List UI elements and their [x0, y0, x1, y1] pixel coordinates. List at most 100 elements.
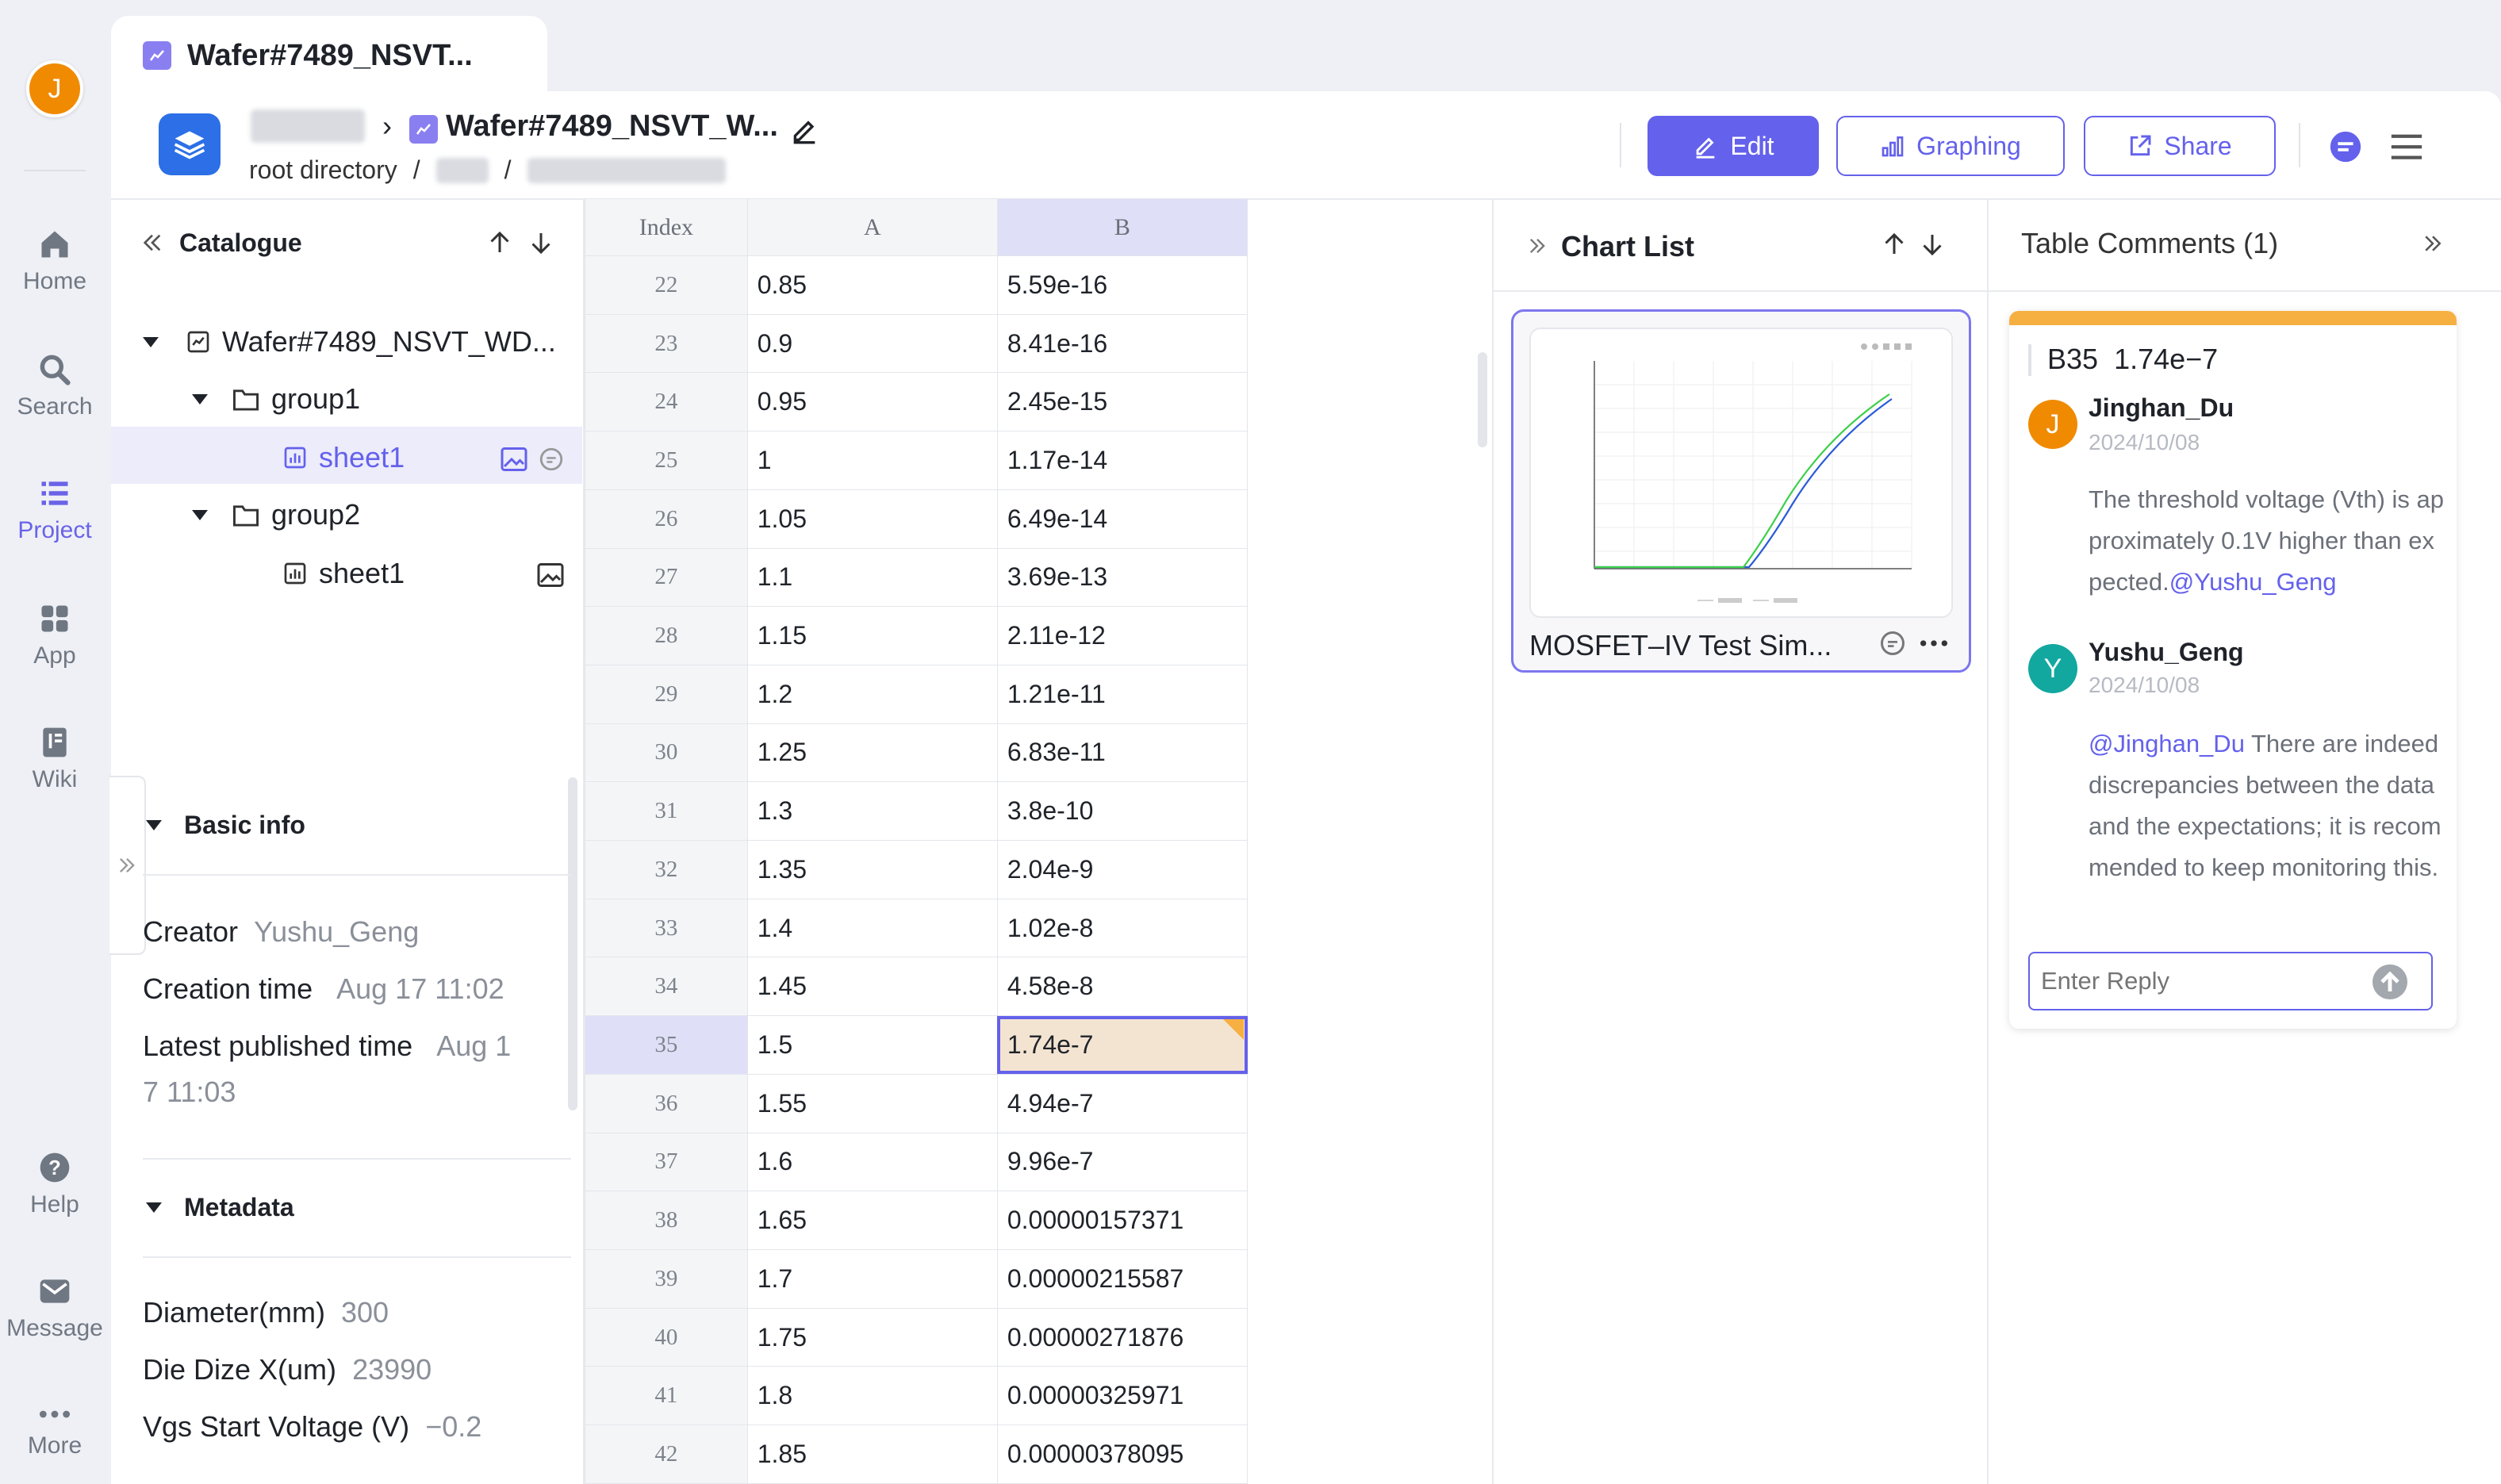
- cell-b[interactable]: 6.83e-11: [996, 723, 1249, 783]
- expand-right-icon[interactable]: [1526, 235, 1548, 257]
- side-expander[interactable]: [109, 776, 146, 955]
- table-row[interactable]: 34 1.45 4.58e-8: [585, 957, 1249, 1017]
- cell-a[interactable]: 1.85: [746, 1425, 998, 1484]
- expand-caret-icon[interactable]: [192, 393, 208, 405]
- table-row[interactable]: 32 1.35 2.04e-9: [585, 840, 1249, 899]
- document-tab[interactable]: Wafer#7489_NSVT...: [111, 16, 547, 95]
- cell-a[interactable]: 1.2: [746, 664, 998, 724]
- cell-b[interactable]: 3.69e-13: [996, 547, 1249, 608]
- cell-b[interactable]: 4.94e-7: [996, 1073, 1249, 1133]
- basic-info-header[interactable]: Basic info: [146, 811, 305, 840]
- cell-b[interactable]: 0.00000215587: [996, 1248, 1249, 1309]
- tree-group1[interactable]: group1: [192, 382, 360, 416]
- cell-b[interactable]: 9.96e-7: [996, 1132, 1249, 1192]
- cell-a[interactable]: 0.9: [746, 313, 998, 374]
- scrollbar[interactable]: [568, 777, 577, 1110]
- cell-b[interactable]: 0.00000271876: [996, 1307, 1249, 1367]
- edit-button[interactable]: Edit: [1648, 116, 1819, 176]
- cell-a[interactable]: 0.85: [746, 255, 998, 315]
- arrow-up-icon[interactable]: [485, 228, 514, 257]
- tree-group2[interactable]: group2: [192, 498, 360, 531]
- cell-b[interactable]: 1.74e-7: [996, 1015, 1249, 1075]
- reply-box[interactable]: [2028, 952, 2433, 1010]
- cell-a[interactable]: 1.35: [746, 840, 998, 899]
- cell-b[interactable]: 5.59e-16: [996, 255, 1249, 315]
- table-row[interactable]: 37 1.6 9.96e-7: [585, 1132, 1249, 1192]
- table-row[interactable]: 30 1.25 6.83e-11: [585, 723, 1249, 783]
- cell-a[interactable]: 1.5: [746, 1015, 998, 1075]
- table-row[interactable]: 28 1.15 2.11e-12: [585, 606, 1249, 665]
- cell-a[interactable]: 1.45: [746, 957, 998, 1017]
- cell-a[interactable]: 1.05: [746, 489, 998, 549]
- cell-a[interactable]: 0.95: [746, 372, 998, 432]
- cell-b[interactable]: 0.00000157371: [996, 1191, 1249, 1250]
- menu-icon[interactable]: [2388, 128, 2426, 165]
- nav-search[interactable]: Search: [0, 352, 109, 420]
- column-header-index[interactable]: Index: [585, 198, 748, 256]
- cell-b[interactable]: 6.49e-14: [996, 489, 1249, 549]
- table-row[interactable]: 36 1.55 4.94e-7: [585, 1073, 1249, 1133]
- cell-b[interactable]: 8.41e-16: [996, 313, 1249, 374]
- cell-a[interactable]: 1.25: [746, 723, 998, 783]
- more-options-icon[interactable]: [1918, 632, 1950, 654]
- cell-b[interactable]: 4.58e-8: [996, 957, 1249, 1017]
- tree-group2-sheet1[interactable]: sheet1: [282, 557, 405, 590]
- table-row[interactable]: 22 0.85 5.59e-16: [585, 255, 1249, 315]
- table-row[interactable]: 39 1.7 0.00000215587: [585, 1248, 1249, 1309]
- cell-a[interactable]: 1.3: [746, 781, 998, 842]
- cell-a[interactable]: 1.55: [746, 1073, 998, 1133]
- chart-card[interactable]: MOSFET–IV Test Sim...: [1511, 309, 1971, 673]
- user-avatar[interactable]: J: [26, 60, 83, 117]
- table-row[interactable]: 27 1.1 3.69e-13: [585, 547, 1249, 608]
- table-row[interactable]: 25 1 1.17e-14: [585, 431, 1249, 490]
- reply-input[interactable]: [2041, 967, 2358, 995]
- expand-caret-icon[interactable]: [143, 336, 159, 347]
- nav-project[interactable]: Project: [0, 476, 109, 544]
- send-icon[interactable]: [2371, 963, 2409, 1001]
- nav-app[interactable]: App: [0, 601, 109, 669]
- comment-icon[interactable]: [2327, 128, 2364, 165]
- comment-bubble-icon[interactable]: [538, 446, 565, 473]
- chart-thumbnail[interactable]: [1529, 328, 1953, 618]
- nav-more[interactable]: More: [0, 1402, 109, 1459]
- metadata-header[interactable]: Metadata: [146, 1193, 294, 1222]
- cell-b[interactable]: 1.02e-8: [996, 898, 1249, 958]
- data-table[interactable]: Index A B 22 0.85 5.59e-16 23 0.9 8.41e-16 24 0…: [585, 198, 1249, 1484]
- nav-help[interactable]: ? Help: [0, 1150, 109, 1218]
- image-icon[interactable]: [536, 562, 565, 589]
- graphing-button[interactable]: Graphing: [1836, 116, 2065, 176]
- arrow-down-icon[interactable]: [527, 228, 555, 257]
- share-button[interactable]: Share: [2084, 116, 2276, 176]
- cell-b[interactable]: 0.00000378095: [996, 1425, 1249, 1484]
- expand-caret-icon[interactable]: [192, 509, 208, 520]
- table-row[interactable]: 33 1.4 1.02e-8: [585, 898, 1249, 958]
- cell-b[interactable]: 2.11e-12: [996, 606, 1249, 665]
- collapse-icon[interactable]: [140, 230, 165, 255]
- cell-a[interactable]: 1.6: [746, 1132, 998, 1192]
- table-row[interactable]: 38 1.65 0.00000157371: [585, 1191, 1249, 1250]
- comment-bubble-icon[interactable]: [1878, 629, 1907, 658]
- column-header-a[interactable]: A: [746, 198, 998, 256]
- arrow-down-icon[interactable]: [1918, 230, 1947, 259]
- table-row[interactable]: 31 1.3 3.8e-10: [585, 781, 1249, 842]
- table-row[interactable]: 24 0.95 2.45e-15: [585, 372, 1249, 432]
- table-row[interactable]: 35 1.5 1.74e-7: [585, 1015, 1249, 1075]
- cell-a[interactable]: 1.65: [746, 1191, 998, 1250]
- column-header-b[interactable]: B: [996, 198, 1249, 256]
- rename-pencil-icon[interactable]: [788, 113, 820, 145]
- table-row[interactable]: 23 0.9 8.41e-16: [585, 313, 1249, 374]
- cell-a[interactable]: 1: [746, 431, 998, 490]
- mention-link[interactable]: @Jinghan_Du: [2089, 730, 2245, 757]
- breadcrumb-root[interactable]: root directory: [249, 155, 397, 185]
- mention-link[interactable]: @Yushu_Geng: [2169, 568, 2337, 596]
- tree-group1-sheet1[interactable]: sheet1: [282, 441, 405, 474]
- table-row[interactable]: 26 1.05 6.49e-14: [585, 489, 1249, 549]
- cell-a[interactable]: 1.1: [746, 547, 998, 608]
- cell-a[interactable]: 1.15: [746, 606, 998, 665]
- cell-b[interactable]: 3.8e-10: [996, 781, 1249, 842]
- cell-b[interactable]: 0.00000325971: [996, 1366, 1249, 1426]
- nav-home[interactable]: Home: [0, 227, 109, 295]
- nav-message[interactable]: Message: [0, 1274, 109, 1342]
- scrollbar[interactable]: [1478, 352, 1487, 447]
- table-row[interactable]: 40 1.75 0.00000271876: [585, 1307, 1249, 1367]
